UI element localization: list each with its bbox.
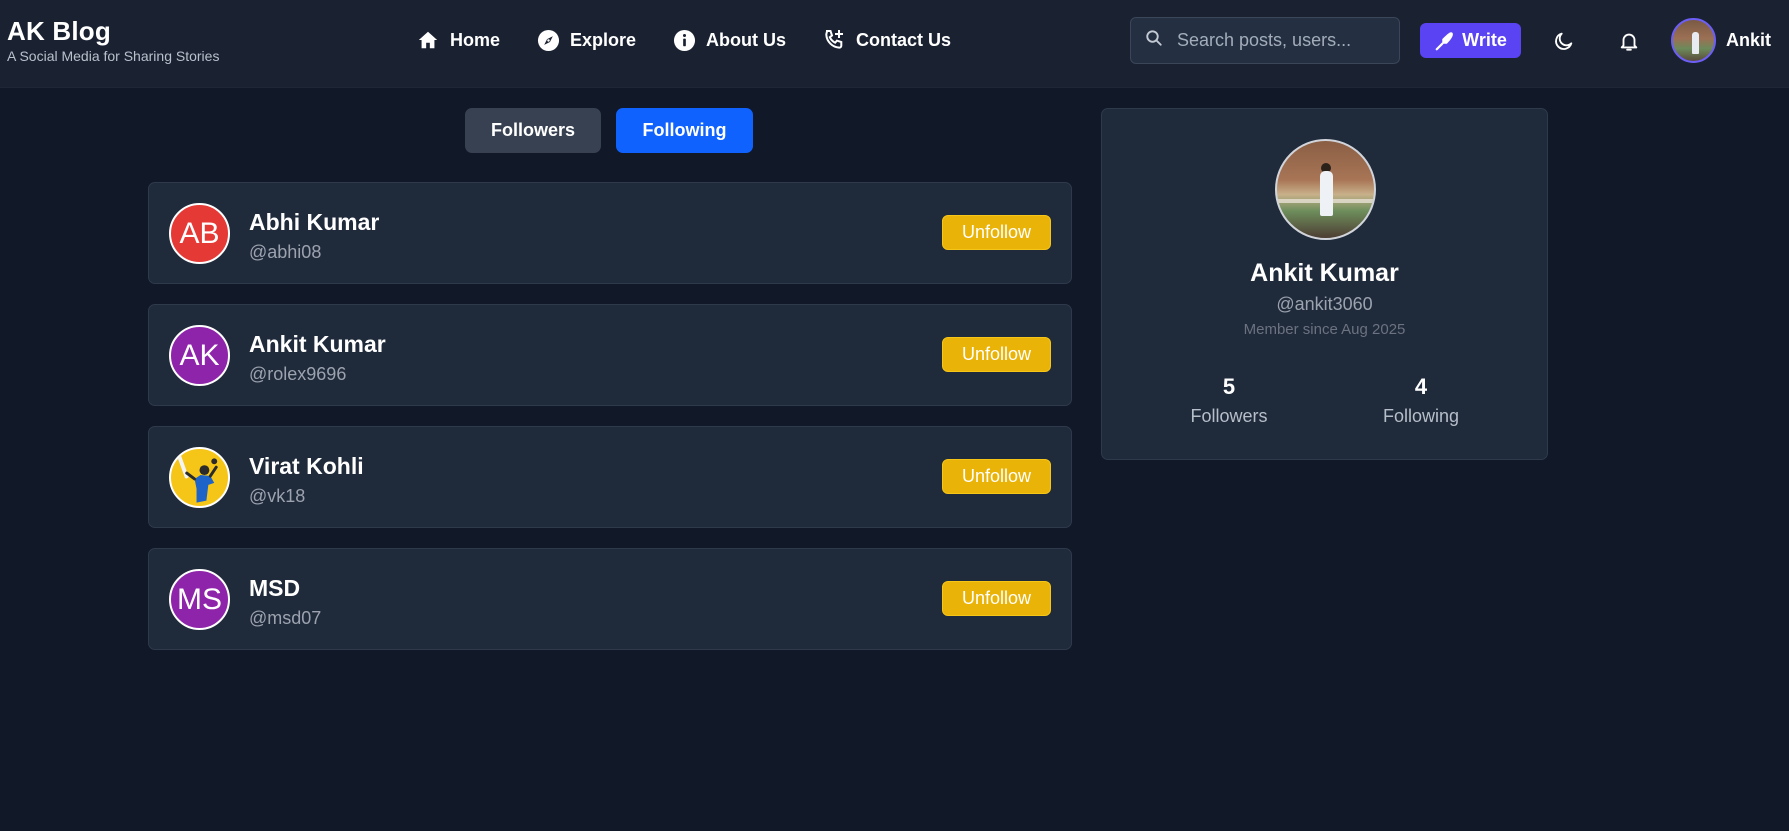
nav-home[interactable]: Home [416,26,500,54]
profile-card: Ankit Kumar @ankit3060 Member since Aug … [1101,108,1548,460]
nav-home-label: Home [450,29,501,50]
following-stat[interactable]: 4 Following [1351,374,1491,427]
user-menu[interactable]: Ankit [1671,18,1771,63]
cricketer-illustration [176,453,218,503]
search-input[interactable] [1177,30,1377,51]
list-item: Virat Kohli @vk18 Unfollow [148,426,1072,528]
profile-handle: @ankit3060 [1276,294,1373,314]
pen-icon [1434,30,1456,52]
unfollow-button[interactable]: Unfollow [942,337,1051,372]
nav-about[interactable]: About Us [672,26,786,54]
following-list: AB Abhi Kumar @abhi08 Unfollow AK Ankit … [148,182,1072,670]
avatar[interactable] [169,447,230,508]
unfollow-button[interactable]: Unfollow [942,215,1051,250]
tab-followers[interactable]: Followers [465,108,601,153]
user-handle: @msd07 [249,608,322,628]
user-name[interactable]: MSD [249,575,300,602]
following-count: 4 [1414,374,1428,399]
brand-subtitle: A Social Media for Sharing Stories [7,48,220,64]
following-label: Following [1382,406,1460,426]
top-header: AK Blog A Social Media for Sharing Stori… [0,0,1789,88]
profile-avatar[interactable] [1275,139,1376,240]
unfollow-button[interactable]: Unfollow [942,581,1051,616]
unfollow-button[interactable]: Unfollow [942,459,1051,494]
moon-icon[interactable] [1549,26,1579,56]
user-name: Ankit [1726,30,1771,50]
user-handle: @abhi08 [249,242,322,262]
followers-label: Followers [1190,406,1268,426]
user-handle: @rolex9696 [249,364,347,384]
bell-icon[interactable] [1614,26,1644,56]
nav-about-label: About Us [706,29,787,50]
profile-name: Ankit Kumar [1250,259,1399,287]
member-since: Member since Aug 2025 [1243,321,1406,338]
avatar[interactable]: AB [169,203,230,264]
user-name[interactable]: Abhi Kumar [249,209,379,236]
avatar [1671,18,1716,63]
main-nav: Home Explore About Us Contact Us [416,26,987,54]
info-icon [672,28,696,52]
search-icon [1145,29,1163,52]
followers-stat[interactable]: 5 Followers [1159,374,1299,427]
list-item: AK Ankit Kumar @rolex9696 Unfollow [148,304,1072,406]
nav-contact[interactable]: Contact Us [822,26,951,54]
user-name[interactable]: Ankit Kumar [249,331,386,358]
tab-following[interactable]: Following [616,108,753,153]
followers-count: 5 [1222,374,1236,399]
write-label: Write [1462,30,1507,50]
avatar[interactable]: MS [169,569,230,630]
nav-contact-label: Contact Us [856,29,952,50]
nav-explore-label: Explore [570,29,637,50]
user-handle: @vk18 [249,486,306,506]
list-item: AB Abhi Kumar @abhi08 Unfollow [148,182,1072,284]
phone-add-icon [822,28,846,52]
avatar[interactable]: AK [169,325,230,386]
nav-explore[interactable]: Explore [536,26,636,54]
search-box [1130,17,1400,64]
user-name[interactable]: Virat Kohli [249,453,364,480]
brand-title[interactable]: AK Blog [7,16,219,46]
brand[interactable]: AK Blog A Social Media for Sharing Stori… [7,16,219,64]
compass-icon [536,28,560,52]
write-button[interactable]: Write [1420,23,1521,58]
home-icon [416,28,440,52]
list-item: MS MSD @msd07 Unfollow [148,548,1072,650]
